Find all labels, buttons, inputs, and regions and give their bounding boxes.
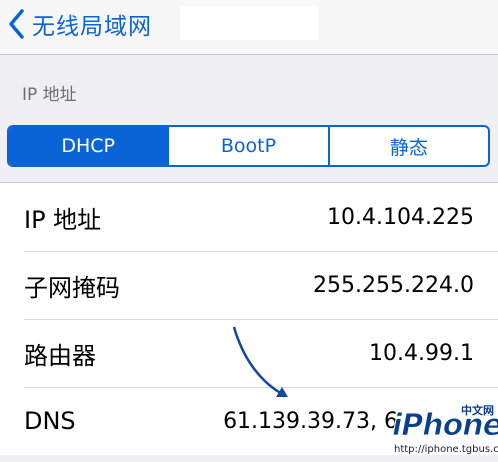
ip-mode-segmented-control: DHCP BootP 静态 — [7, 125, 490, 167]
row-label: IP 地址 — [24, 205, 102, 234]
back-label: 无线局域网 — [32, 14, 152, 40]
watermark-url: http://iphone.tgbus.com/ — [394, 444, 498, 455]
watermark: iPhone 中文网 http://iphone.tgbus.com/ — [388, 404, 498, 460]
row-ip-address[interactable]: IP 地址 10.4.104.225 — [0, 183, 498, 251]
chevron-left-icon — [8, 9, 24, 39]
row-value: 10.4.104.225 — [327, 204, 474, 230]
segment-static[interactable]: 静态 — [327, 127, 488, 165]
annotation-arrow-icon — [232, 326, 288, 397]
segment-dhcp[interactable]: DHCP — [9, 127, 168, 165]
section-header: IP 地址 — [22, 85, 77, 105]
row-label: DNS — [24, 407, 76, 435]
redacted-title — [180, 6, 318, 40]
watermark-chinese: 中文网 — [461, 404, 494, 417]
row-label: 路由器 — [24, 341, 96, 370]
navigation-bar: 无线局域网 — [0, 0, 498, 55]
row-value: 61.139.39.73, 6 — [223, 408, 398, 434]
row-value: 255.255.224.0 — [313, 272, 474, 298]
back-button[interactable]: 无线局域网 — [8, 4, 152, 44]
row-label: 子网掩码 — [24, 273, 120, 302]
row-subnet-mask[interactable]: 子网掩码 255.255.224.0 — [0, 251, 498, 319]
segment-bootp[interactable]: BootP — [167, 127, 327, 165]
row-value: 10.4.99.1 — [369, 340, 474, 366]
